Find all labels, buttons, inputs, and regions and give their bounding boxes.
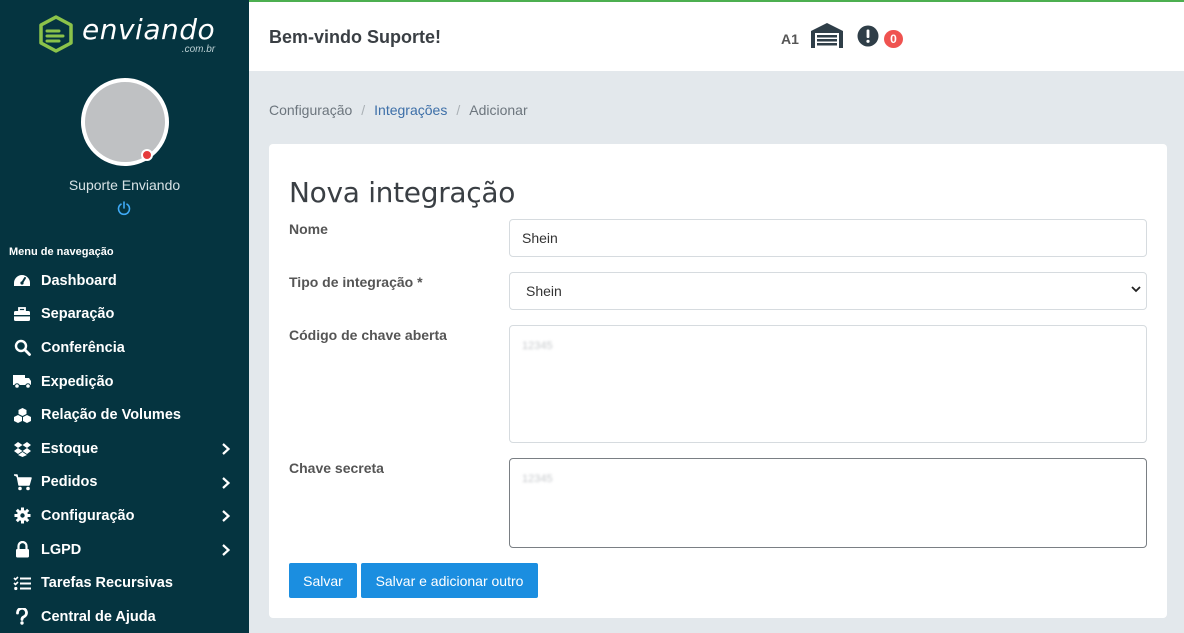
alert-count-badge[interactable]: 0	[884, 30, 903, 48]
warehouse-icon[interactable]	[810, 22, 844, 48]
sidebar-item-label: Separação	[41, 306, 115, 323]
sidebar-item-estoque[interactable]: Estoque	[0, 432, 249, 466]
logo[interactable]: enviando .com.br	[36, 14, 215, 56]
chevron-right-icon	[222, 543, 231, 556]
sidebar-item-separacao[interactable]: Separação	[0, 298, 249, 332]
sidebar-item-label: Pedidos	[41, 474, 98, 491]
sidebar-item-label: Tarefas Recursivas	[41, 575, 173, 592]
sidebar-item-configuracao[interactable]: Configuração	[0, 499, 249, 533]
sidebar-item-label: Estoque	[41, 440, 99, 457]
codigo-chave-value: 12345	[522, 340, 553, 352]
truck-icon	[12, 373, 32, 391]
chevron-right-icon	[222, 443, 231, 455]
sidebar-item-pedidos[interactable]: Pedidos	[0, 466, 249, 500]
lock-icon	[12, 541, 32, 559]
codigo-chave-label: Código de chave aberta	[289, 327, 447, 343]
save-button[interactable]: Salvar	[289, 563, 357, 598]
nome-label: Nome	[289, 221, 328, 237]
search-icon	[12, 339, 32, 357]
sidebar: enviando .com.br Suporte Enviando Menu d…	[0, 0, 249, 633]
sidebar-item-label: Conferência	[41, 339, 125, 356]
header: Bem-vindo Suporte!	[249, 0, 1184, 71]
codigo-chave-textarea[interactable]: 12345	[509, 325, 1147, 443]
cubes-icon	[12, 406, 32, 424]
breadcrumb-item-configuracao: Configuração	[269, 102, 353, 118]
gauge-icon	[12, 272, 32, 290]
sidebar-item-conferencia[interactable]: Conferência	[0, 331, 249, 365]
breadcrumb: Configuração / Integrações / Adicionar	[269, 102, 528, 118]
menu-title: Menu de navegação	[9, 246, 114, 258]
user-name: Suporte Enviando	[68, 177, 181, 193]
status-dot	[141, 149, 153, 161]
sidebar-item-central-ajuda[interactable]: Central de Ajuda	[0, 600, 249, 633]
logo-text: enviando	[82, 13, 216, 46]
chevron-right-icon	[222, 510, 231, 522]
sidebar-item-expedicao[interactable]: Expedição	[0, 365, 249, 399]
breadcrumb-separator: /	[456, 102, 461, 118]
toolbox-icon	[12, 305, 32, 323]
sidebar-item-dashboard[interactable]: Dashboard	[0, 264, 249, 298]
power-icon[interactable]	[116, 200, 132, 216]
question-icon	[12, 608, 32, 626]
chave-secreta-label: Chave secreta	[289, 460, 384, 476]
cart-icon	[12, 473, 32, 491]
chevron-down-icon	[1131, 286, 1141, 293]
breadcrumb-item-integracoes[interactable]: Integrações	[374, 102, 447, 118]
sidebar-item-lgpd[interactable]: LGPD	[0, 533, 249, 567]
logo-box-icon	[39, 15, 73, 53]
nome-input[interactable]: Shein	[509, 219, 1147, 257]
welcome-text: Bem-vindo Suporte!	[269, 27, 442, 47]
save-and-add-button[interactable]: Salvar e adicionar outro	[361, 563, 538, 598]
alert-icon[interactable]	[857, 25, 879, 47]
breadcrumb-separator: /	[361, 102, 366, 118]
gear-icon	[12, 507, 32, 525]
form-card: Nova integração Nome Shein Tipo de integ…	[269, 144, 1167, 618]
tipo-integracao-select[interactable]: Shein	[509, 272, 1147, 310]
breadcrumb-item-adicionar: Adicionar	[469, 102, 528, 118]
sidebar-item-label: Central de Ajuda	[41, 608, 156, 625]
chave-secreta-value: 12345	[522, 473, 553, 485]
warehouse-code: A1	[781, 31, 799, 47]
sidebar-item-label: Configuração	[41, 507, 135, 524]
page-title: Nova integração	[289, 176, 516, 209]
chevron-right-icon	[222, 476, 231, 489]
tasks-icon	[12, 574, 32, 592]
sidebar-item-label: Expedição	[41, 373, 114, 390]
dropbox-icon	[12, 440, 32, 458]
sidebar-item-label: Dashboard	[41, 272, 117, 289]
avatar[interactable]	[81, 78, 169, 166]
sidebar-item-relacao-volumes[interactable]: Relação de Volumes	[0, 398, 249, 432]
sidebar-item-label: Relação de Volumes	[41, 407, 181, 424]
chave-secreta-textarea[interactable]: 12345	[509, 458, 1147, 548]
tipo-integracao-label: Tipo de integração *	[289, 274, 423, 290]
sidebar-item-tarefas-recursivas[interactable]: Tarefas Recursivas	[0, 566, 249, 600]
nav-menu: Dashboard Separação Conferência Expediçã…	[0, 264, 249, 633]
sidebar-item-label: LGPD	[41, 541, 82, 558]
